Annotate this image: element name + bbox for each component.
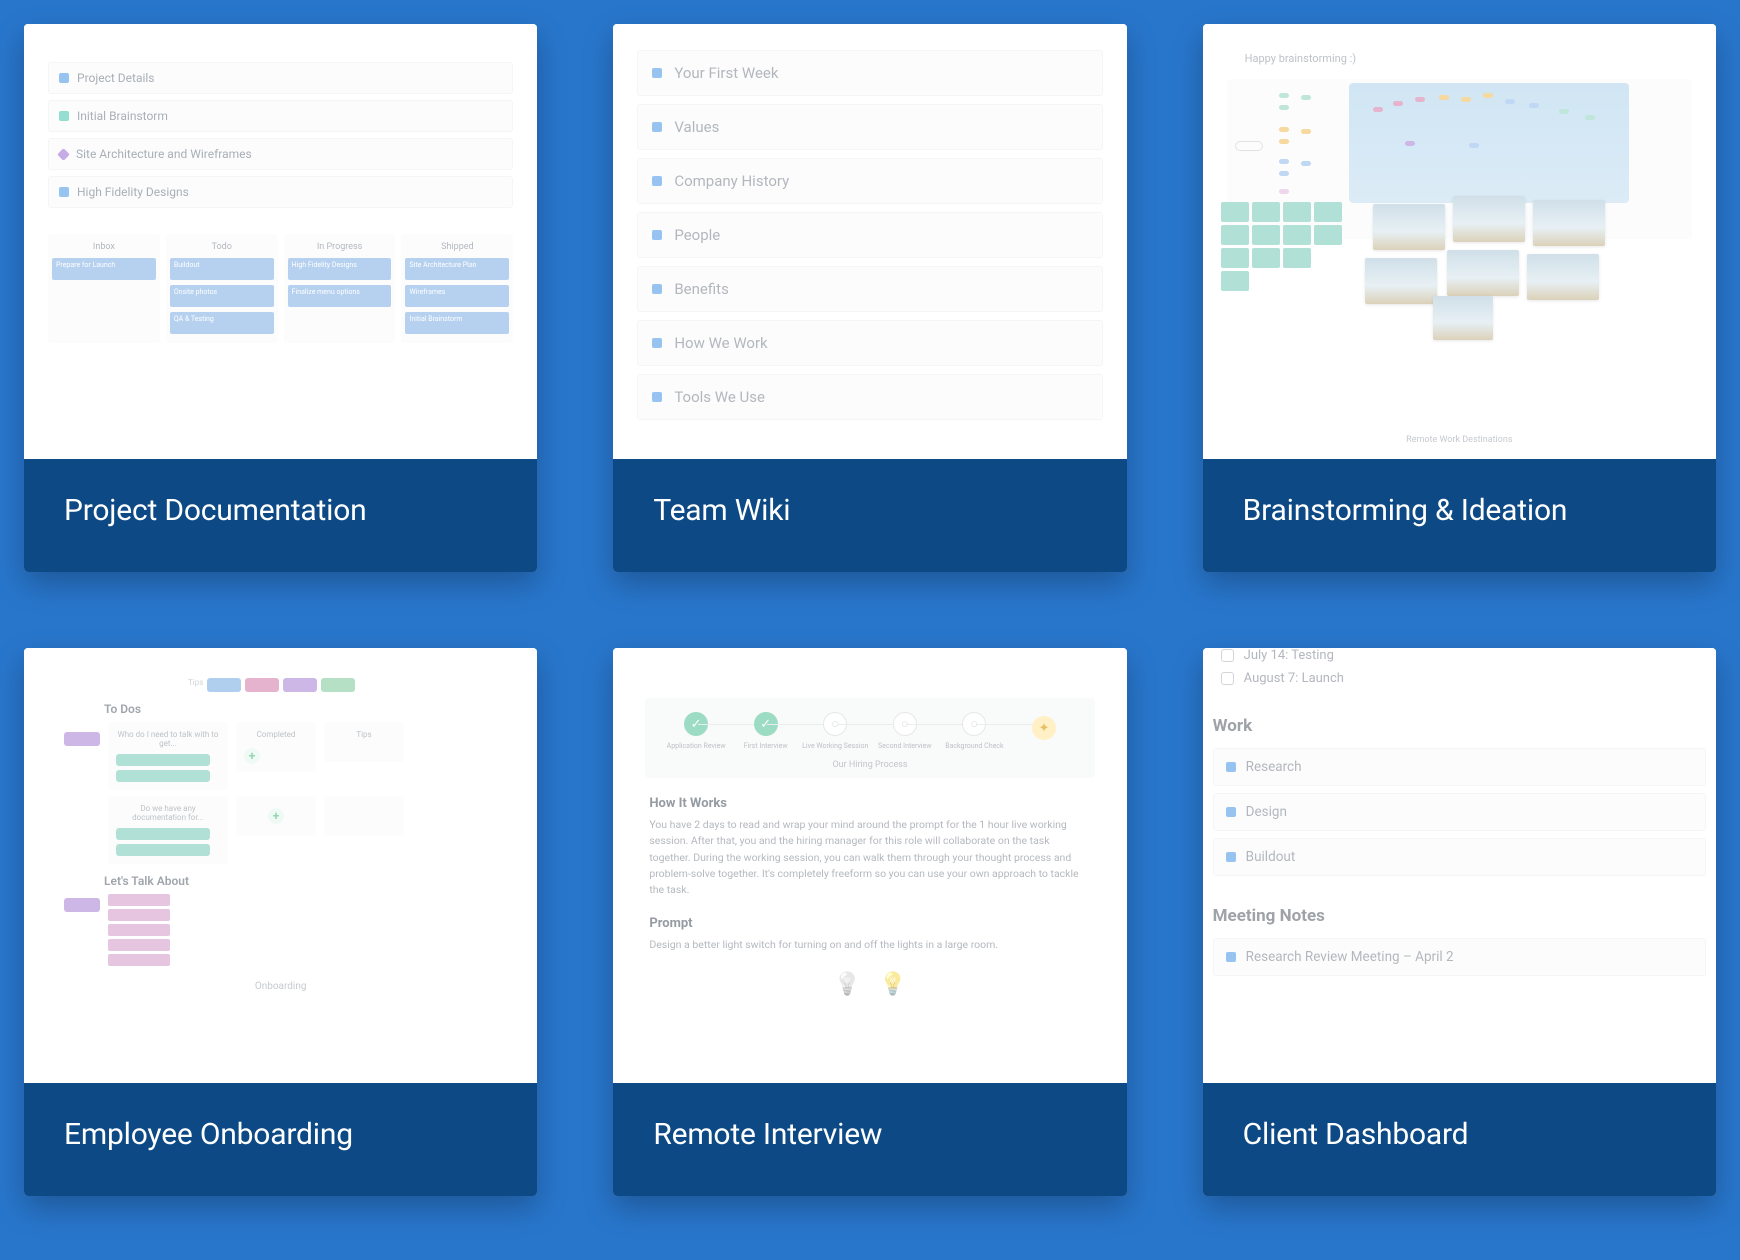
photo-collage <box>1373 196 1653 316</box>
list-item: Research Review Meeting – April 2 <box>1213 938 1706 976</box>
lightbulb-off-icon: 💡 <box>834 972 861 997</box>
hiring-process-steps: ✓Application Review ✓First Interview ○Li… <box>645 698 1094 778</box>
list-item: Company History <box>637 158 1102 204</box>
list-item: Project Details <box>48 62 513 94</box>
page-icon <box>652 176 662 186</box>
list-item: Research <box>1213 748 1706 786</box>
page-icon <box>57 148 70 161</box>
lightbulb-on-icon: 💡 <box>879 972 906 997</box>
checkbox-icon <box>1221 672 1234 685</box>
list-item: Tools We Use <box>637 374 1102 420</box>
template-card-project-documentation[interactable]: Project Details Initial Brainstorm Site … <box>24 24 537 572</box>
card-preview: Your First Week Values Company History P… <box>613 24 1126 459</box>
world-map <box>1349 83 1629 203</box>
card-title: Client Dashboard <box>1203 1083 1716 1196</box>
card-preview: Tips To Dos Who do I need to talk with t… <box>24 648 537 1083</box>
checkbox-icon <box>1221 649 1234 662</box>
caption: Remote Work Destinations <box>1203 435 1716 445</box>
add-icon: + <box>244 748 260 764</box>
template-card-brainstorming-ideation[interactable]: Happy brainstorming :) <box>1203 24 1716 572</box>
page-icon <box>652 230 662 240</box>
checklist-item: August 7: Launch <box>1221 671 1706 686</box>
card-title: Project Documentation <box>24 459 537 572</box>
template-card-employee-onboarding[interactable]: Tips To Dos Who do I need to talk with t… <box>24 648 537 1196</box>
list-item: People <box>637 212 1102 258</box>
card-title: Employee Onboarding <box>24 1083 537 1196</box>
card-title: Team Wiki <box>613 459 1126 572</box>
list-item: Benefits <box>637 266 1102 312</box>
template-card-team-wiki[interactable]: Your First Week Values Company History P… <box>613 24 1126 572</box>
list-item: Buildout <box>1213 838 1706 876</box>
step-icon: ○ <box>823 712 847 736</box>
page-icon <box>652 392 662 402</box>
section-heading: Let's Talk About <box>104 874 513 888</box>
caption: Our Hiring Process <box>655 760 1084 770</box>
paragraph: You have 2 days to read and wrap your mi… <box>649 817 1090 898</box>
heading: Prompt <box>649 916 1090 931</box>
card-preview: July 14: Testing August 7: Launch Work R… <box>1203 648 1716 1083</box>
check-icon: ✓ <box>684 712 708 736</box>
card-preview: Happy brainstorming :) <box>1203 24 1716 459</box>
page-icon <box>652 68 662 78</box>
page-icon <box>59 73 69 83</box>
template-card-remote-interview[interactable]: ✓Application Review ✓First Interview ○Li… <box>613 648 1126 1196</box>
add-icon: + <box>268 808 284 824</box>
page-icon <box>652 338 662 348</box>
step-icon: ○ <box>893 712 917 736</box>
section-heading: Meeting Notes <box>1213 906 1706 926</box>
caption: Onboarding <box>48 981 513 992</box>
list-item: Your First Week <box>637 50 1102 96</box>
page-icon <box>59 187 69 197</box>
page-icon <box>1226 952 1236 962</box>
paragraph: Design a better light switch for turning… <box>649 937 1090 953</box>
template-grid: Project Details Initial Brainstorm Site … <box>24 24 1716 1196</box>
page-icon <box>652 284 662 294</box>
section-heading: Work <box>1213 716 1706 736</box>
list-item: Values <box>637 104 1102 150</box>
template-card-client-dashboard[interactable]: July 14: Testing August 7: Launch Work R… <box>1203 648 1716 1196</box>
sticky-stack <box>108 894 170 969</box>
page-icon <box>59 111 69 121</box>
mindmap <box>1235 87 1345 207</box>
canvas-heading: Happy brainstorming :) <box>1245 52 1692 65</box>
step-icon: ○ <box>962 712 986 736</box>
page-icon <box>1226 807 1236 817</box>
page-icon <box>652 122 662 132</box>
card-title: Brainstorming & Ideation <box>1203 459 1716 572</box>
card-preview: ✓Application Review ✓First Interview ○Li… <box>613 648 1126 1083</box>
heading: How It Works <box>649 796 1090 811</box>
card-title: Remote Interview <box>613 1083 1126 1196</box>
page-icon <box>1226 762 1236 772</box>
list-item: How We Work <box>637 320 1102 366</box>
list-item: Site Architecture and Wireframes <box>48 138 513 170</box>
page-icon <box>1226 852 1236 862</box>
sticky-grid <box>1221 202 1342 291</box>
list-item: High Fidelity Designs <box>48 176 513 208</box>
list-item: Initial Brainstorm <box>48 100 513 132</box>
list-item: Design <box>1213 793 1706 831</box>
section-heading: To Dos <box>104 702 513 716</box>
kanban-board: Inbox Prepare for Launch Todo Buildout O… <box>48 234 513 343</box>
lightbulb-icons: 💡💡 <box>637 972 1102 997</box>
star-icon: ✦ <box>1032 716 1056 740</box>
card-preview: Project Details Initial Brainstorm Site … <box>24 24 537 459</box>
checklist-item: July 14: Testing <box>1221 648 1706 663</box>
check-icon: ✓ <box>754 712 778 736</box>
